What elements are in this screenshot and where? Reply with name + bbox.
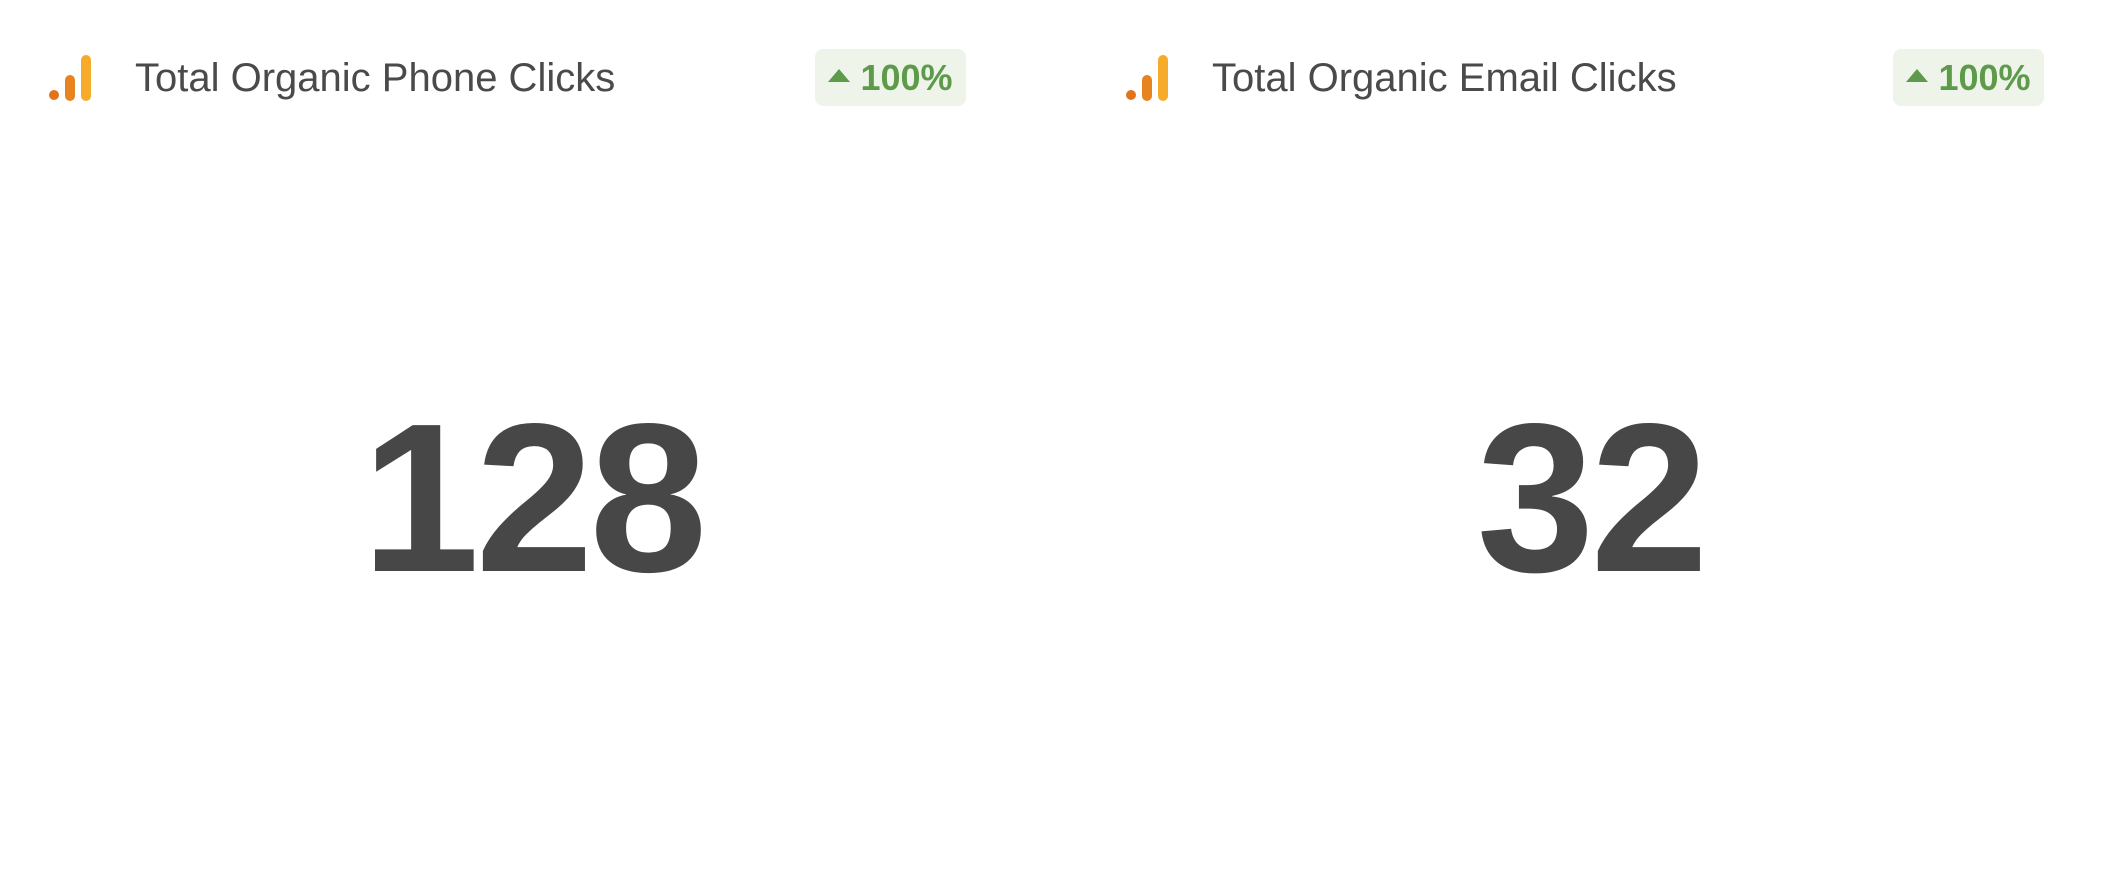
card-title: Total Organic Email Clicks [1212,56,1677,100]
card-title: Total Organic Phone Clicks [135,56,616,100]
metric-value: 32 [1476,379,1709,616]
triangle-up-icon [1906,69,1929,82]
card-header: Total Organic Phone Clicks 100% [0,0,1065,160]
change-percent: 100% [1938,56,2031,98]
change-badge: 100% [815,49,966,106]
metric-card-email-clicks[interactable]: Total Organic Email Clicks 100% 32 [1073,0,2108,896]
change-percent: 100% [860,56,953,98]
google-analytics-icon [49,55,91,101]
card-header: Total Organic Email Clicks 100% [1073,0,2108,160]
triangle-up-icon [828,69,851,82]
change-badge: 100% [1893,49,2044,106]
google-analytics-icon [1126,55,1168,101]
metric-card-phone-clicks[interactable]: Total Organic Phone Clicks 100% 128 [0,0,1065,896]
dashboard: Total Organic Phone Clicks 100% 128 Tota… [0,0,2108,896]
metric-value: 128 [361,379,708,616]
